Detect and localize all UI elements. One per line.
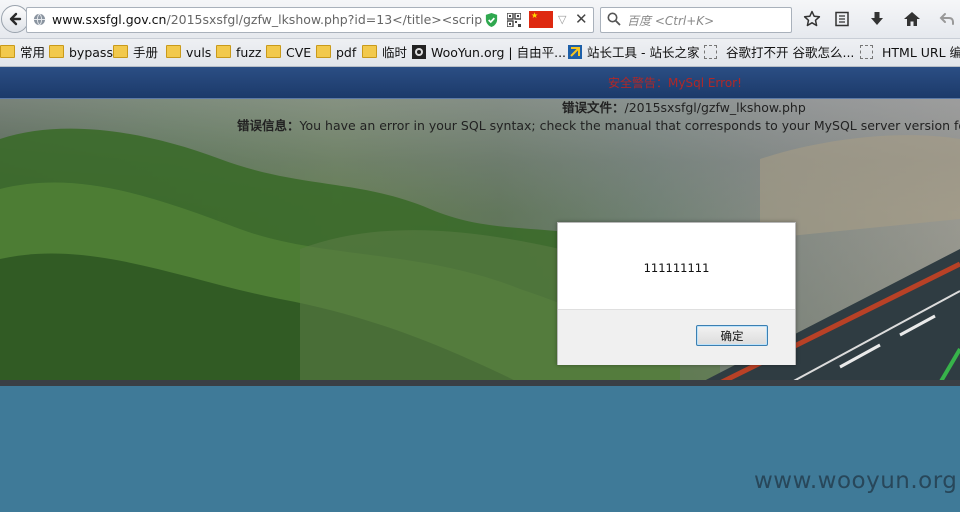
bookmark-folder[interactable]: pdf	[316, 44, 356, 62]
page-icon	[860, 45, 873, 59]
bookmark-link[interactable]: 谷歌打不开 谷歌怎么...	[704, 44, 854, 62]
home-icon	[904, 12, 920, 26]
shield-icon[interactable]	[484, 12, 499, 28]
folder-icon	[113, 45, 128, 58]
bookmark-star-button[interactable]	[802, 9, 822, 29]
bookmark-folder[interactable]: CVE	[266, 44, 311, 62]
bookmark-link[interactable]: 站长工具 - 站长之家	[568, 44, 699, 62]
error-info: 错误信息：You have an error in your SQL synta…	[237, 115, 960, 134]
error-file: 错误文件：/2015sxsfgl/gzfw_lkshow.php	[562, 97, 806, 116]
bookmark-folder[interactable]: fuzz	[216, 44, 261, 62]
alert-dialog: 111111111 确定	[557, 222, 796, 365]
bookmark-label: 站长工具 - 站长之家	[587, 45, 700, 60]
bookmark-folder[interactable]: 临时	[362, 44, 407, 62]
search-placeholder: 百度 <Ctrl+K>	[627, 14, 715, 28]
bookmark-label: WooYun.org | 自由平...	[431, 45, 567, 60]
folder-icon	[166, 45, 181, 58]
url-path: /2015sxsfgl/gzfw_lkshow.php?id=13</title…	[166, 12, 482, 27]
dropdown-icon[interactable]: ▽	[558, 13, 566, 26]
globe-icon	[33, 13, 46, 26]
url-host: www.sxsfgl.gov.cn	[52, 12, 167, 27]
landscape-illustration	[0, 99, 960, 383]
error-info-label: 错误信息：	[237, 118, 300, 133]
bookmark-label: pdf	[336, 45, 357, 60]
bookmark-label: 临时	[382, 45, 408, 60]
undo-button[interactable]	[937, 9, 957, 29]
back-icon	[9, 12, 22, 26]
bookmark-folder[interactable]: bypass	[49, 44, 113, 62]
bookmark-label: vuls	[186, 45, 212, 60]
star-icon	[803, 10, 821, 27]
chinaz-icon	[568, 45, 582, 59]
error-title: 安全警告：MySql Error!	[608, 76, 742, 90]
close-icon[interactable]: ✕	[575, 10, 588, 28]
qr-code-icon[interactable]	[507, 13, 521, 27]
url-text[interactable]: www.sxsfgl.gov.cn/2015sxsfgl/gzfw_lkshow…	[52, 12, 482, 27]
back-button[interactable]	[1, 5, 29, 33]
folder-icon	[49, 45, 64, 58]
address-bar[interactable]: www.sxsfgl.gov.cn/2015sxsfgl/gzfw_lkshow…	[26, 7, 594, 33]
search-icon	[607, 12, 621, 26]
navigation-toolbar: www.sxsfgl.gov.cn/2015sxsfgl/gzfw_lkshow…	[0, 0, 960, 39]
bookmark-label: HTML URL 编码	[882, 45, 960, 60]
undo-icon	[939, 13, 954, 25]
bookmark-folder[interactable]: 手册	[113, 44, 158, 62]
watermark: www.wooyun.org	[754, 468, 958, 494]
error-file-value: /2015sxsfgl/gzfw_lkshow.php	[624, 100, 806, 115]
bookmark-label: CVE	[286, 45, 312, 60]
folder-icon	[216, 45, 231, 58]
folder-icon	[362, 45, 377, 58]
error-file-label: 错误文件：	[562, 100, 625, 115]
alert-footer: 确定	[558, 309, 795, 365]
download-button[interactable]	[867, 9, 887, 29]
bookmark-label: 手册	[133, 45, 159, 60]
web-page: 安全警告：MySql Error! 错误文件：/2015sxsfgl/gzfw_…	[0, 67, 960, 512]
download-icon	[871, 12, 883, 25]
site-header	[0, 67, 960, 99]
folder-icon	[316, 45, 331, 58]
bookmarks-bar: 常用 bypass 手册 vuls fuzz CVE pdf 临时 WooYun…	[0, 39, 960, 67]
page-icon	[704, 45, 717, 59]
bookmark-folder[interactable]: vuls	[166, 44, 211, 62]
error-info-value: You have an error in your SQL syntax; ch…	[299, 118, 960, 133]
reading-list-button[interactable]	[832, 9, 852, 29]
ok-button[interactable]: 确定	[696, 325, 768, 346]
search-box[interactable]: 百度 <Ctrl+K>	[600, 7, 792, 33]
folder-icon	[0, 45, 15, 58]
home-button[interactable]	[902, 9, 922, 29]
bookmark-label: 常用	[20, 45, 46, 60]
china-flag-icon[interactable]: ★	[529, 11, 553, 28]
alert-message: 111111111	[643, 261, 710, 275]
bookmark-label: 谷歌打不开 谷歌怎么...	[726, 45, 855, 60]
bookmark-folder[interactable]: 常用	[0, 44, 45, 62]
bookmark-label: bypass	[69, 45, 113, 60]
bookmark-label: fuzz	[236, 45, 262, 60]
banner-image	[0, 99, 960, 383]
reading-list-icon	[835, 11, 849, 27]
folder-icon	[266, 45, 281, 58]
wooyun-icon	[412, 45, 426, 59]
bookmark-link[interactable]: HTML URL 编码	[860, 44, 960, 62]
bookmark-link[interactable]: WooYun.org | 自由平...	[412, 44, 566, 62]
